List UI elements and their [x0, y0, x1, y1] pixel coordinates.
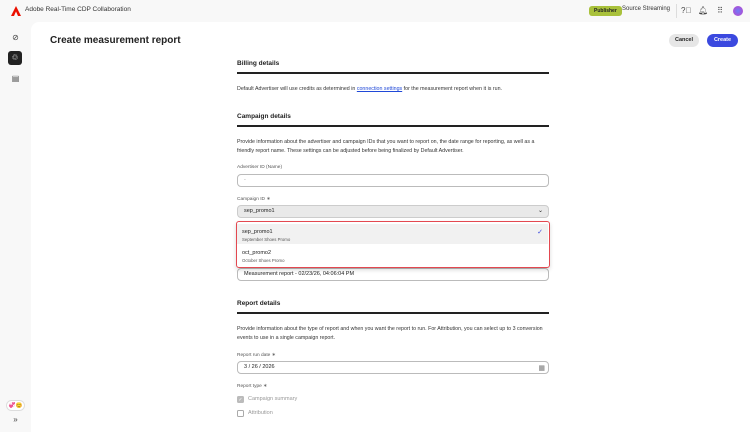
option-name: sep_promo1	[242, 229, 273, 235]
checkmark-icon: ✓	[537, 229, 543, 236]
top-bar: Adobe Real-Time CDP Collaboration Publis…	[0, 0, 750, 22]
run-date-input[interactable]: 3 / 26 / 2026 ▦	[237, 361, 549, 374]
divider	[237, 312, 549, 314]
billing-text-end: for the measurement report when it is ru…	[402, 86, 502, 92]
option-desc: September Shoes Promo	[242, 237, 291, 242]
divider	[676, 4, 677, 18]
option-oct-promo2[interactable]: oct_promo2 October Shoes Promo	[237, 245, 548, 265]
attribution-label: Attribution	[248, 410, 273, 416]
campaign-summary-checkbox[interactable]: ✓	[237, 396, 244, 403]
role-badge: Publisher	[589, 6, 622, 16]
billing-text-start: Default Advertiser will use credits as d…	[237, 86, 357, 92]
compass-icon[interactable]: ⊘	[10, 32, 21, 43]
org-switcher[interactable]: Source Streaming	[622, 6, 670, 12]
billing-heading: Billing details	[237, 60, 280, 67]
campaign-summary-label: Campaign summary	[248, 396, 298, 402]
collaboration-icon[interactable]: ♲	[8, 51, 22, 65]
calendar-icon[interactable]: ▦	[538, 363, 545, 374]
feedback-button[interactable]: 💞😊	[6, 400, 25, 411]
report-description: Provide information about the type of re…	[237, 326, 543, 341]
campaign-heading: Campaign details	[237, 113, 291, 120]
campaign-id-dropdown: sep_promo1 September Shoes Promo ✓ oct_p…	[236, 221, 550, 268]
connection-settings-link[interactable]: connection settings	[357, 86, 402, 92]
attribution-checkbox[interactable]	[237, 410, 244, 417]
help-icon[interactable]: ?⃝	[681, 6, 691, 16]
cancel-button[interactable]: Cancel	[669, 34, 699, 47]
database-icon[interactable]: ▤	[10, 73, 21, 84]
app-title: Adobe Real-Time CDP Collaboration	[25, 6, 131, 13]
option-name: oct_promo2	[242, 250, 272, 256]
avatar[interactable]	[733, 6, 743, 16]
page-title: Create measurement report	[50, 35, 181, 46]
report-name-input[interactable]: Measurement report - 02/23/26, 04:06:04 …	[237, 268, 549, 281]
run-date-value: 3 / 26 / 2026	[244, 364, 275, 370]
campaign-id-label: Campaign ID ∗	[237, 197, 271, 202]
divider	[237, 72, 549, 74]
report-heading: Report details	[237, 300, 281, 307]
adobe-logo-icon[interactable]	[11, 6, 21, 16]
divider	[237, 125, 549, 127]
advertiser-label: Advertiser ID (Name)	[237, 165, 283, 170]
option-sep-promo1[interactable]: sep_promo1 September Shoes Promo ✓	[237, 224, 548, 244]
campaign-id-select[interactable]: sep_promo1 ⌄	[237, 205, 549, 218]
report-type-label: Report type ∗	[237, 384, 268, 389]
billing-text: Default Advertiser will use credits as d…	[237, 85, 551, 94]
apps-grid-icon[interactable]: ⠿	[715, 6, 725, 16]
create-button[interactable]: Create	[707, 34, 738, 47]
campaign-id-value: sep_promo1	[244, 208, 275, 214]
campaign-description: Provide information about the advertiser…	[237, 139, 535, 154]
chevron-down-icon: ⌄	[537, 208, 543, 214]
expand-sidebar-icon[interactable]: »	[10, 414, 21, 425]
run-date-label: Report run date ∗	[237, 353, 276, 358]
advertiser-input[interactable]: -	[237, 174, 549, 187]
option-desc: October Shoes Promo	[242, 258, 285, 263]
bell-icon[interactable]: 🔔︎	[698, 6, 708, 16]
